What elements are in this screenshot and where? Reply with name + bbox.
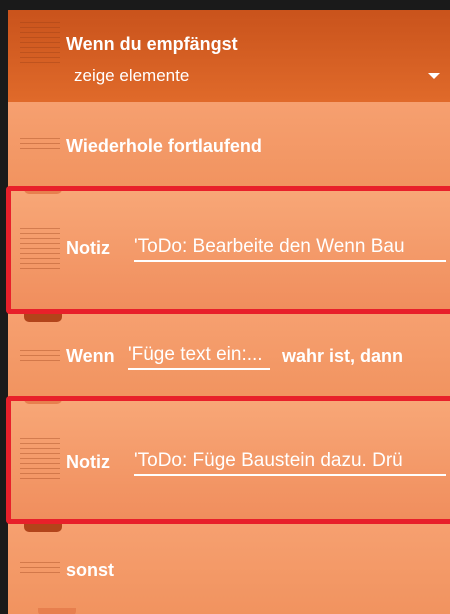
else-block[interactable]: sonst	[8, 524, 450, 614]
event-block-receive[interactable]: Wenn du empfängst zeige elemente	[8, 10, 450, 110]
if-block[interactable]: Wenn 'Füge text ein:... wahr ist, dann	[8, 314, 450, 400]
loop-block[interactable]: Wiederhole fortlaufend	[8, 102, 450, 188]
else-block-label: sonst	[66, 560, 115, 580]
block-editor-canvas: Wenn du empfängst zeige elemente Wiederh…	[0, 0, 450, 614]
drag-handle-icon[interactable]	[20, 438, 60, 483]
event-block-title: Wenn du empfängst	[66, 34, 238, 54]
block-connector	[24, 524, 62, 532]
note-text-field[interactable]: 'ToDo: Bearbeite den Wenn Bau	[134, 236, 446, 262]
block-connector	[24, 396, 62, 404]
event-dropdown[interactable]: zeige elemente	[74, 66, 189, 86]
note-block-2[interactable]: Notiz 'ToDo: Füge Baustein dazu. Drü	[8, 396, 450, 524]
if-block-suffix: wahr ist, dann	[282, 346, 404, 366]
note-block-label: Notiz	[66, 452, 110, 472]
if-condition-field[interactable]: 'Füge text ein:...	[128, 344, 270, 370]
note-block-1[interactable]: Notiz 'ToDo: Bearbeite den Wenn Bau	[8, 186, 450, 314]
drag-handle-icon[interactable]	[20, 350, 60, 365]
caret-down-icon[interactable]	[428, 73, 440, 79]
block-connector	[24, 314, 62, 322]
loop-block-label: Wiederhole fortlaufend	[66, 136, 262, 156]
if-block-label: Wenn	[66, 346, 115, 366]
note-text-field[interactable]: 'ToDo: Füge Baustein dazu. Drü	[134, 450, 446, 476]
note-block-label: Notiz	[66, 238, 110, 258]
drag-handle-icon[interactable]	[20, 228, 60, 273]
drag-handle-icon[interactable]	[20, 562, 60, 577]
block-connector	[38, 608, 76, 614]
drag-handle-icon[interactable]	[20, 138, 60, 153]
block-connector	[24, 186, 62, 194]
drag-handle-icon[interactable]	[20, 22, 60, 67]
